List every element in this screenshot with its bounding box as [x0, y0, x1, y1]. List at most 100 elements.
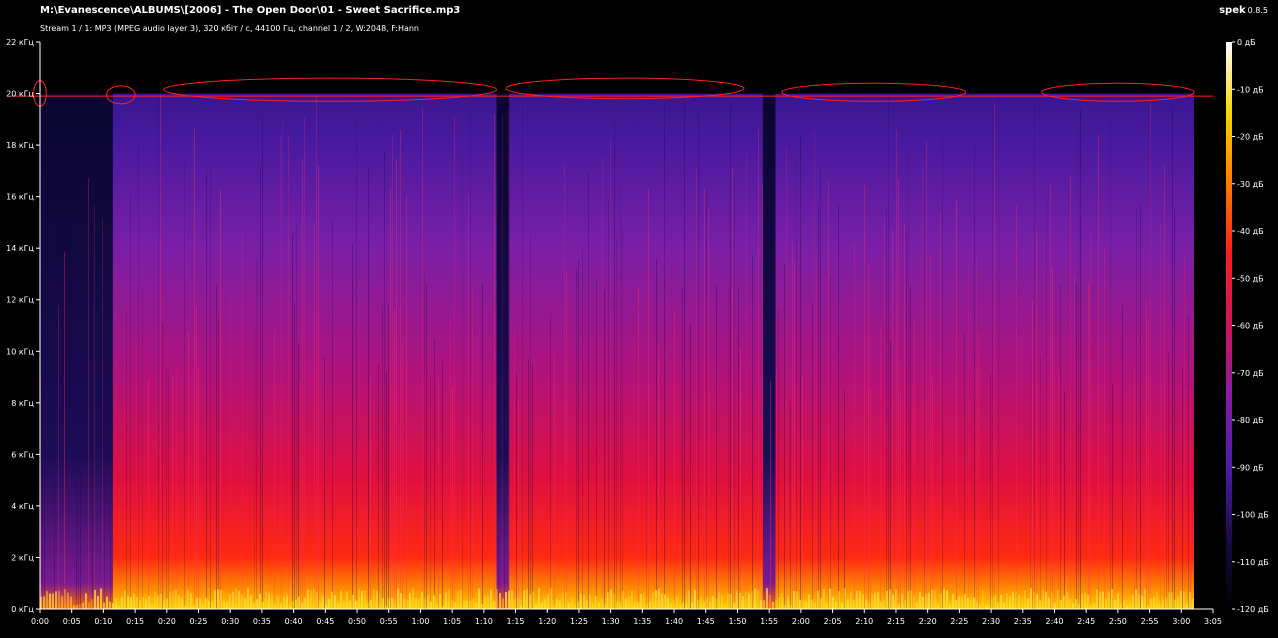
texture-streak [974, 141, 975, 609]
texture-low-band [76, 604, 78, 609]
texture-streak [622, 228, 623, 609]
texture-streak [1166, 386, 1167, 609]
texture-streak [910, 286, 911, 609]
texture-streak [554, 354, 555, 609]
texture-low-band [958, 596, 960, 609]
colorbar-tick-label: -110 дБ [1237, 558, 1269, 567]
colorbar-tick-label: -100 дБ [1237, 511, 1269, 520]
texture-low-band [646, 604, 648, 609]
texture-streak [864, 185, 865, 610]
texture-streak [314, 221, 315, 609]
texture-streak [658, 344, 659, 609]
texture-low-band [814, 602, 816, 609]
texture-streak [194, 127, 195, 609]
texture-low-band [835, 601, 837, 609]
texture-low-band [457, 591, 459, 609]
texture-low-band [736, 591, 738, 609]
texture-low-band [91, 598, 93, 609]
texture-low-band [952, 594, 954, 609]
texture-low-band [1033, 591, 1035, 609]
texture-low-band [220, 590, 222, 609]
texture-low-band [583, 594, 585, 609]
above-cutoff [40, 42, 1194, 94]
texture-low-band [1096, 589, 1098, 609]
texture-low-band [727, 593, 729, 609]
texture-streak [1070, 176, 1071, 610]
texture-low-band [1159, 602, 1161, 609]
texture-low-band [691, 602, 693, 609]
texture-low-band [541, 602, 543, 609]
texture-streak [292, 234, 293, 609]
texture-low-band [1141, 595, 1143, 609]
spectrogram-chart: 0:00 0:05 0:10 0:15 0:20 0:25 0:30 0:35 0:40 0:45… [6, 38, 1269, 626]
texture-streak [356, 118, 357, 609]
texture-streak [482, 283, 483, 609]
texture-streak [930, 253, 931, 609]
texture-streak [1148, 320, 1149, 609]
texture-low-band [415, 597, 417, 609]
texture-streak [582, 248, 583, 609]
frequency-tick-label: 12 кГц [6, 296, 34, 305]
texture-streak [776, 368, 777, 609]
texture-low-band [172, 591, 174, 609]
time-tick-label: 0:10 [94, 617, 112, 626]
texture-low-band [874, 592, 876, 609]
texture-low-band [511, 589, 513, 609]
texture-low-band [313, 588, 315, 609]
texture-low-band [664, 594, 666, 609]
texture-low-band [1072, 603, 1074, 609]
frequency-tick-label: 18 кГц [6, 141, 34, 150]
frequency-tick-label: 14 кГц [6, 244, 34, 253]
texture-streak [1112, 383, 1113, 609]
time-tick-label: 0:00 [31, 617, 49, 626]
texture-low-band [391, 597, 393, 609]
texture-streak [494, 113, 495, 610]
texture-streak [442, 361, 443, 609]
texture-low-band [448, 589, 450, 609]
texture-low-band [526, 589, 528, 609]
texture-low-band [607, 592, 609, 609]
texture-streak [838, 204, 839, 609]
texture-low-band [604, 603, 606, 609]
texture-low-band [811, 599, 813, 609]
texture-streak [288, 134, 289, 609]
texture-streak [1150, 99, 1151, 609]
texture-low-band [169, 592, 171, 609]
texture-low-band [619, 602, 621, 609]
texture-streak [422, 107, 423, 610]
texture-low-band [718, 592, 720, 609]
texture-streak [1032, 300, 1033, 609]
colorbar-tick-label: -50 дБ [1237, 274, 1264, 283]
texture-low-band [946, 590, 948, 609]
texture-low-band [625, 598, 627, 609]
texture-low-band [439, 594, 441, 609]
texture-streak [708, 207, 709, 609]
texture-low-band [67, 592, 69, 609]
texture-streak [820, 169, 821, 609]
texture-low-band [1066, 592, 1068, 609]
texture-low-band [595, 595, 597, 609]
time-tick-label: 0:30 [221, 617, 239, 626]
texture-low-band [379, 604, 381, 609]
texture-streak [614, 121, 615, 609]
texture-streak [734, 177, 735, 609]
texture-streak [394, 307, 395, 609]
texture-streak [890, 341, 891, 609]
texture-low-band [640, 594, 642, 609]
time-tick-label: 2:05 [824, 617, 842, 626]
frequency-tick-label: 0 кГц [11, 605, 34, 614]
texture-low-band [334, 595, 336, 609]
texture-streak [294, 301, 295, 609]
texture-streak [800, 133, 801, 610]
texture-low-band [886, 590, 888, 609]
texture-low-band [769, 594, 771, 609]
texture-low-band [1087, 594, 1089, 609]
texture-streak [998, 95, 999, 610]
texture-low-band [340, 590, 342, 609]
texture-low-band [739, 592, 741, 609]
texture-streak [462, 154, 463, 609]
texture-low-band [655, 590, 657, 609]
texture-low-band [418, 598, 420, 609]
texture-streak [1122, 304, 1123, 609]
texture-low-band [898, 604, 900, 609]
